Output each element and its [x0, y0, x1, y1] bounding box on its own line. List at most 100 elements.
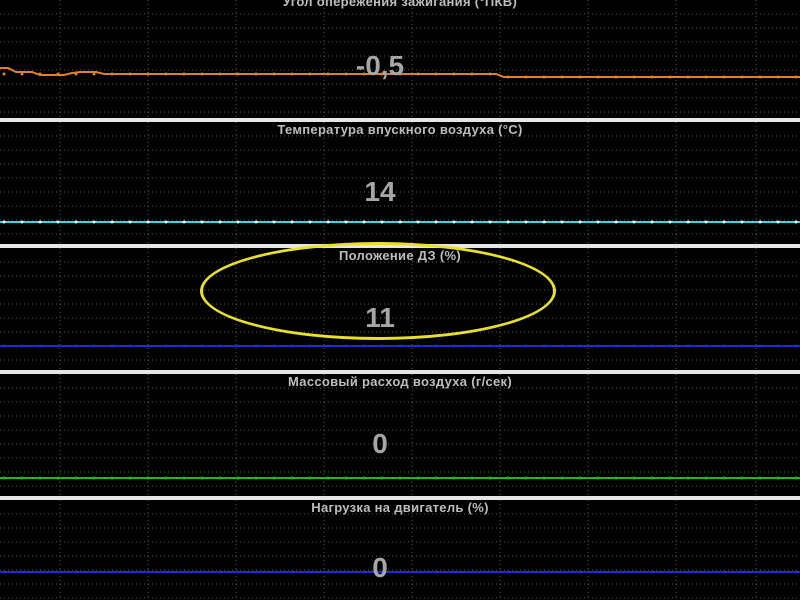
trace-sample	[254, 220, 258, 224]
trace-sample	[758, 476, 762, 480]
trace-sample	[146, 344, 150, 348]
mass-airflow-title: Массовый расход воздуха (г/сек)	[288, 374, 512, 389]
trace-sample	[524, 344, 528, 348]
trace-sample	[794, 344, 798, 348]
trace-sample	[146, 220, 150, 224]
trace-sample	[308, 344, 312, 348]
trace-sample	[128, 476, 132, 480]
trace-sample	[686, 344, 690, 348]
trace-sample	[92, 220, 96, 224]
trace-sample	[650, 344, 654, 348]
trace-sample	[38, 220, 42, 224]
ignition-timing-panel: Угол опережения зажигания (°ПКВ) -0,5	[0, 0, 800, 120]
trace-sample	[542, 344, 546, 348]
trace-sample	[776, 220, 780, 224]
trace-sample	[452, 344, 456, 348]
trace-sample	[524, 476, 528, 480]
trace-sample	[452, 220, 456, 224]
trace-sample	[722, 220, 726, 224]
trace-sample	[650, 220, 654, 224]
trace-sample	[362, 220, 366, 224]
trace-sample	[398, 476, 402, 480]
trace-sample	[290, 344, 294, 348]
trace-sample	[758, 220, 762, 224]
trace-sample	[434, 476, 438, 480]
trace-sample	[182, 220, 186, 224]
trace-sample	[722, 476, 726, 480]
trace-sample	[506, 476, 510, 480]
trace-sample	[776, 344, 780, 348]
trace-sample	[614, 344, 618, 348]
engine-load-graph	[0, 500, 800, 600]
engine-load-panel: Нагрузка на двигатель (%) 0	[0, 500, 800, 600]
trace-sample	[236, 476, 240, 480]
trace-sample	[272, 344, 276, 348]
trace-sample	[74, 476, 78, 480]
trace-sample	[470, 476, 474, 480]
trace-sample	[686, 476, 690, 480]
trace-sample	[362, 476, 366, 480]
trace-sample	[650, 476, 654, 480]
trace-sample	[308, 220, 312, 224]
trace-sample	[722, 344, 726, 348]
ignition-timing-value: -0,5	[355, 50, 405, 81]
trace-sample	[704, 476, 708, 480]
trace-sample	[56, 476, 60, 480]
trace-sample	[110, 476, 114, 480]
trace-sample	[470, 220, 474, 224]
trace-sample	[596, 220, 600, 224]
trace-sample	[236, 344, 240, 348]
intake-temperature-value: 14	[364, 176, 396, 207]
trace-sample	[704, 220, 708, 224]
trace-sample	[326, 344, 330, 348]
trace-sample	[416, 220, 420, 224]
trace-sample	[614, 220, 618, 224]
trace-sample	[218, 476, 222, 480]
trace-sample	[110, 220, 114, 224]
trace-sample	[380, 220, 384, 224]
trace-sample	[56, 344, 60, 348]
trace-sample	[560, 220, 564, 224]
trace-sample	[398, 220, 402, 224]
trace-sample	[524, 220, 528, 224]
trace-sample	[20, 220, 24, 224]
trace-sample	[758, 344, 762, 348]
throttle-position-title: Положение ДЗ (%)	[339, 248, 461, 263]
trace-sample	[326, 476, 330, 480]
trace-sample	[596, 344, 600, 348]
trace-sample	[578, 476, 582, 480]
trace-sample	[164, 220, 168, 224]
trace-sample	[578, 220, 582, 224]
trace-sample	[200, 476, 204, 480]
trace-sample	[74, 220, 78, 224]
trace-sample	[128, 220, 132, 224]
trace-sample	[2, 220, 6, 224]
trace-sample	[668, 220, 672, 224]
trace-sample	[380, 476, 384, 480]
trace-sample	[740, 220, 744, 224]
trace-sample	[794, 75, 798, 79]
trace-sample	[146, 476, 150, 480]
trace-sample	[344, 220, 348, 224]
trace-sample	[326, 220, 330, 224]
trace-sample	[686, 220, 690, 224]
trace-sample	[74, 344, 78, 348]
trace-sample	[20, 476, 24, 480]
trace-sample	[632, 344, 636, 348]
trace-sample	[218, 344, 222, 348]
trace-sample	[218, 220, 222, 224]
trace-sample	[470, 344, 474, 348]
trace-sample	[398, 344, 402, 348]
trace-sample	[272, 220, 276, 224]
trace-sample	[92, 476, 96, 480]
trace-sample	[560, 344, 564, 348]
trace-sample	[164, 344, 168, 348]
trace-sample	[578, 344, 582, 348]
trace-sample	[416, 344, 420, 348]
trace-sample	[182, 344, 186, 348]
intake-temperature-panel: Температура впускного воздуха (°C) 14	[0, 122, 800, 244]
trace-sample	[164, 476, 168, 480]
trace-sample	[92, 344, 96, 348]
trace-sample	[290, 220, 294, 224]
trace-sample	[542, 220, 546, 224]
